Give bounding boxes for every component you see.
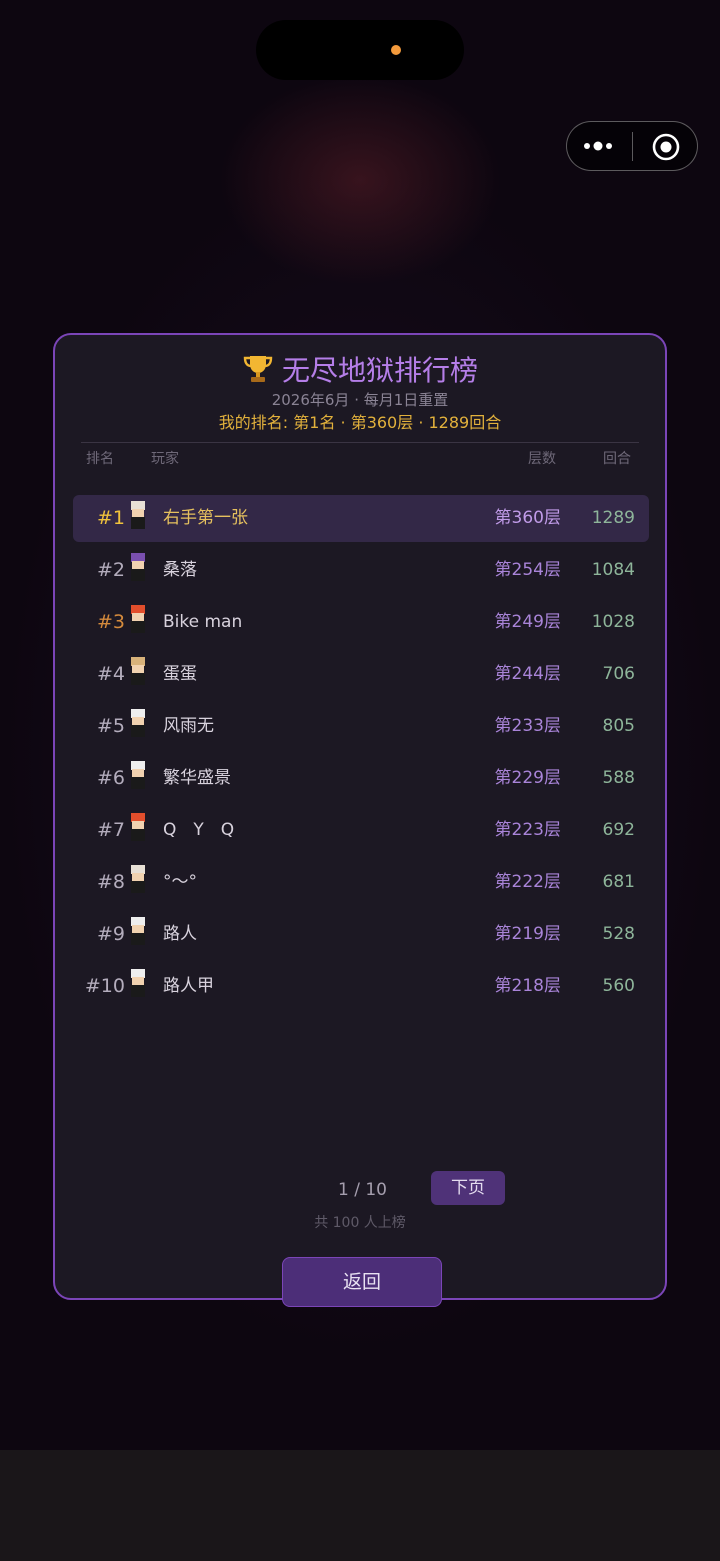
row-rank: #6 bbox=[96, 767, 125, 789]
leaderboard-title: 无尽地狱排行榜 bbox=[55, 353, 665, 389]
player-avatar-icon bbox=[131, 813, 145, 841]
row-floor: 第244层 bbox=[494, 664, 561, 684]
leaderboard-row[interactable]: #1 右手第一张 第360层 1289 bbox=[73, 495, 649, 542]
row-floor: 第360层 bbox=[494, 508, 561, 528]
row-player-name: Bike man bbox=[163, 612, 243, 632]
leaderboard-row[interactable]: #7 Q Y Q 第223层 692 bbox=[73, 807, 649, 854]
season-subtitle: 2026年6月 · 每月1日重置 bbox=[271, 391, 449, 409]
column-header-player: 玩家 bbox=[151, 451, 179, 467]
column-header-floor: 层数 bbox=[528, 451, 556, 467]
target-circle-icon[interactable] bbox=[651, 132, 681, 162]
leaderboard-row[interactable]: #8 °～° 第222层 681 bbox=[73, 859, 649, 906]
row-rounds: 681 bbox=[602, 872, 635, 892]
row-player-name: 路人 bbox=[163, 924, 197, 944]
row-floor: 第233层 bbox=[494, 716, 561, 736]
column-header-rounds: 回合 bbox=[603, 451, 631, 467]
row-floor: 第219层 bbox=[494, 924, 561, 944]
row-rank: #3 bbox=[96, 611, 125, 633]
row-rank: #1 bbox=[96, 507, 125, 529]
row-floor: 第229层 bbox=[494, 768, 561, 788]
dynamic-island bbox=[256, 20, 464, 80]
row-rank: #10 bbox=[84, 975, 125, 997]
row-rounds: 1289 bbox=[591, 508, 635, 528]
row-rank: #4 bbox=[96, 663, 125, 685]
player-avatar-icon bbox=[131, 501, 145, 529]
camera-indicator-dot bbox=[391, 45, 401, 55]
total-players: 共 100 人上榜 bbox=[314, 1215, 406, 1231]
row-rounds: 692 bbox=[602, 820, 635, 840]
my-rank-summary: 我的排名: 第1名 · 第360层 · 1289回合 bbox=[218, 413, 502, 432]
next-page-button[interactable]: 下页 bbox=[431, 1171, 505, 1205]
row-player-name: 风雨无 bbox=[163, 716, 214, 736]
row-rounds: 588 bbox=[602, 768, 635, 788]
row-rounds: 560 bbox=[602, 976, 635, 996]
player-avatar-icon bbox=[131, 761, 145, 789]
leaderboard-panel: 无尽地狱排行榜 2026年6月 · 每月1日重置 我的排名: 第1名 · 第36… bbox=[53, 333, 667, 1307]
miniprogram-capsule bbox=[566, 121, 698, 171]
bottom-bar bbox=[0, 1450, 720, 1561]
row-rounds: 528 bbox=[602, 924, 635, 944]
leaderboard-row[interactable]: #9 路人 第219层 528 bbox=[73, 911, 649, 958]
row-rank: #7 bbox=[96, 819, 125, 841]
header-divider bbox=[81, 442, 639, 443]
back-button[interactable]: 返回 bbox=[282, 1257, 442, 1307]
row-floor: 第218层 bbox=[494, 976, 561, 996]
row-rounds: 1084 bbox=[591, 560, 635, 580]
row-floor: 第222层 bbox=[494, 872, 561, 892]
player-avatar-icon bbox=[131, 657, 145, 685]
row-floor: 第249层 bbox=[494, 612, 561, 632]
row-rank: #8 bbox=[96, 871, 125, 893]
row-player-name: 路人甲 bbox=[163, 976, 214, 996]
row-player-name: 右手第一张 bbox=[163, 508, 248, 528]
row-player-name: Q Y Q bbox=[163, 820, 235, 840]
leaderboard-row[interactable]: #5 风雨无 第233层 805 bbox=[73, 703, 649, 750]
row-player-name: 繁华盛景 bbox=[163, 768, 231, 788]
row-player-name: 桑落 bbox=[163, 560, 197, 580]
trophy-icon bbox=[243, 356, 273, 382]
row-rounds: 1028 bbox=[591, 612, 635, 632]
leaderboard-row[interactable]: #2 桑落 第254层 1084 bbox=[73, 547, 649, 594]
row-rank: #5 bbox=[96, 715, 125, 737]
player-avatar-icon bbox=[131, 553, 145, 581]
title-text: 无尽地狱排行榜 bbox=[281, 354, 478, 387]
row-rounds: 706 bbox=[602, 664, 635, 684]
row-rounds: 805 bbox=[602, 716, 635, 736]
row-rank: #9 bbox=[96, 923, 125, 945]
row-floor: 第223层 bbox=[494, 820, 561, 840]
capsule-divider bbox=[632, 132, 633, 161]
column-header-rank: 排名 bbox=[86, 451, 114, 467]
leaderboard-row[interactable]: #4 蛋蛋 第244层 706 bbox=[73, 651, 649, 698]
player-avatar-icon bbox=[131, 917, 145, 945]
more-dots-icon[interactable] bbox=[581, 134, 621, 158]
row-rank: #2 bbox=[96, 559, 125, 581]
player-avatar-icon bbox=[131, 865, 145, 893]
row-floor: 第254层 bbox=[494, 560, 561, 580]
player-avatar-icon bbox=[131, 709, 145, 737]
player-avatar-icon bbox=[131, 605, 145, 633]
player-avatar-icon bbox=[131, 969, 145, 997]
leaderboard-row[interactable]: #6 繁华盛景 第229层 588 bbox=[73, 755, 649, 802]
leaderboard-row[interactable]: #3 Bike man 第249层 1028 bbox=[73, 599, 649, 646]
leaderboard-row[interactable]: #10 路人甲 第218层 560 bbox=[73, 963, 649, 1010]
page-indicator: 1 / 10 bbox=[338, 1180, 387, 1200]
row-player-name: 蛋蛋 bbox=[163, 664, 197, 684]
row-player-name: °～° bbox=[163, 872, 197, 892]
